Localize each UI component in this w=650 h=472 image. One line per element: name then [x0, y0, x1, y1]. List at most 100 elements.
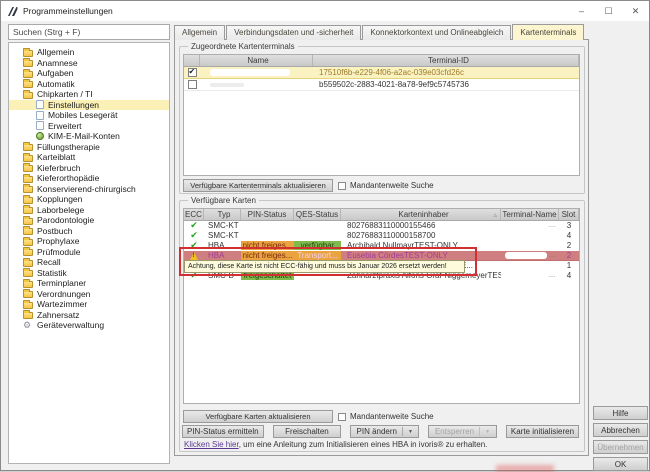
tree-item-label: Kopplungen [37, 194, 82, 204]
sort-ascending-icon[interactable]: ▵ [493, 211, 497, 219]
karte-initialisieren-button[interactable]: Karte initialisieren [506, 425, 579, 438]
terminal-row[interactable]: b559502c-2883-4021-8a78-9ef9c5745736 [184, 79, 579, 91]
pin-status-ermitteln-button[interactable]: PIN-Status ermitteln [182, 425, 264, 438]
close-button[interactable]: ✕ [622, 1, 649, 21]
cards-table: ECCTypPIN-StatusQES-StatusKarteninhaber▵… [183, 208, 580, 404]
checkbox-icon[interactable] [338, 413, 346, 421]
button-label: Freischalten [285, 427, 329, 436]
tab-allgemein[interactable]: Allgemein [174, 25, 225, 40]
column-header-name[interactable]: Name [200, 55, 313, 66]
tree-item-statistik[interactable]: Statistik [9, 268, 169, 279]
tree-item-konservierend-chirurgisch[interactable]: Konservierend-chirurgisch [9, 184, 169, 195]
minimize-button[interactable]: – [568, 1, 595, 21]
tree-item-label: Mobiles Lesegerät [48, 110, 117, 120]
hilfe-button[interactable]: Hilfe [593, 406, 648, 420]
tab-konnektorkontext-und-onlineabgleich[interactable]: Konnektorkontext und Onlineabgleich [362, 25, 511, 40]
hba-help-line: Klicken Sie hier, um eine Anleitung zum … [184, 440, 487, 449]
maximize-button[interactable]: ☐ [595, 1, 622, 21]
card-row[interactable]: ✔SMC-KT802768831100001587004 [184, 231, 579, 241]
tab-kartenterminals[interactable]: Kartenterminals [512, 24, 584, 40]
terminal-row[interactable]: 17510f6b-e229-4f06-a2ac-039e03cfd26c [184, 67, 579, 79]
tree-item-automatik[interactable]: Automatik [9, 79, 169, 90]
tree-item-label: Verordnungen [37, 289, 90, 299]
programmeinstellungen-dialog: Programmeinstellungen – ☐ ✕ AllgemeinAna… [0, 0, 650, 471]
refresh-terminals-button[interactable]: Verfügbare Kartenterminals aktualisieren [183, 179, 333, 192]
tree-item-postbuch[interactable]: Postbuch [9, 226, 169, 237]
mandant-search-checkbox-terminals[interactable]: Mandantenweite Suche [338, 181, 434, 190]
tree-item-allgemein[interactable]: Allgemein [9, 47, 169, 58]
column-header-terminal-id[interactable]: Terminal-ID [313, 55, 579, 66]
tree-item-prüfmodule[interactable]: Prüfmodule [9, 247, 169, 258]
column-header-checkbox[interactable] [184, 55, 200, 66]
button-label: Entsperren [435, 427, 474, 436]
tree-item-label: Karteiblatt [37, 152, 75, 162]
page-icon [36, 121, 44, 130]
ellipsis-text: … [549, 272, 556, 279]
tree-item-chipkarten-ti[interactable]: Chipkarten / TI [9, 89, 169, 100]
refresh-cards-button[interactable]: Verfügbare Karten aktualisieren [183, 410, 333, 423]
tree-item-kim-e-mail-konten[interactable]: KIM-E-Mail-Konten [9, 131, 169, 142]
tree-item-terminplaner[interactable]: Terminplaner [9, 278, 169, 289]
tree-item-füllungstherapie[interactable]: Füllungstherapie [9, 142, 169, 153]
tree-item-mobiles-lesegerät[interactable]: Mobiles Lesegerät [9, 110, 169, 121]
ecc-ok-icon: ✔ [190, 221, 198, 230]
tree-item-kieferorthopädie[interactable]: Kieferorthopädie [9, 173, 169, 184]
tree-item-zahnersatz[interactable]: Zahnersatz [9, 310, 169, 321]
terminal-checkbox[interactable] [188, 80, 197, 89]
folder-icon [23, 270, 33, 277]
column-header-qes-status[interactable]: QES-Status [294, 209, 341, 220]
column-header-terminal-name[interactable]: Terminal-Name [501, 209, 559, 220]
tree-item-verordnungen[interactable]: Verordnungen [9, 289, 169, 300]
mandant-search-checkbox-cards[interactable]: Mandantenweite Suche [338, 412, 434, 421]
tree-item-laborbelege[interactable]: Laborbelege [9, 205, 169, 216]
terminal-id-cell: 17510f6b-e229-4f06-a2ac-039e03cfd26c [313, 67, 579, 78]
card-type-cell: SMC-KT [204, 221, 241, 230]
terminal-id-cell: b559502c-2883-4021-8a78-9ef9c5745736 [313, 79, 579, 90]
tree-item-kieferbruch[interactable]: Kieferbruch [9, 163, 169, 174]
tree-item-aufgaben[interactable]: Aufgaben [9, 68, 169, 79]
search-input[interactable] [8, 24, 170, 40]
checkbox-icon[interactable] [338, 182, 346, 190]
qes-status-cell [294, 221, 341, 230]
tree-item-prophylaxe[interactable]: Prophylaxe [9, 236, 169, 247]
tree-item-label: Chipkarten / TI [37, 89, 93, 99]
ecc-status-cell [184, 251, 204, 260]
column-header-karteninhaber[interactable]: Karteninhaber▵ [341, 209, 501, 220]
slot-cell: 3 [559, 221, 579, 230]
qes-status-cell: Transport... [294, 251, 341, 260]
card-row[interactable]: ✔SMC-KT80276883110000155466…3 [184, 221, 579, 231]
folder-icon [23, 186, 33, 193]
freischalten-button[interactable]: Freischalten [273, 425, 342, 438]
tree-item-einstellungen[interactable]: Einstellungen [9, 100, 169, 111]
window-controls: – ☐ ✕ [568, 1, 649, 21]
column-header-typ[interactable]: Typ [204, 209, 241, 220]
terminal-name-cell [501, 231, 559, 240]
card-row[interactable]: ✔HBAnicht freiges...verfügbarArchibald N… [184, 241, 579, 251]
tree-item-recall[interactable]: Recall [9, 257, 169, 268]
terminal-checkbox[interactable] [188, 68, 197, 77]
folder-icon [23, 218, 33, 225]
folder-icon [23, 281, 33, 288]
abbrechen-button[interactable]: Abbrechen [593, 423, 648, 437]
tab-verbindungsdaten-und-sicherheit[interactable]: Verbindungsdaten und -sicherheit [226, 25, 361, 40]
ok-button[interactable]: OK [593, 457, 648, 471]
pin-ändern-button[interactable]: PIN ändern▼ [350, 425, 419, 438]
ecc-ok-icon: ✔ [190, 241, 198, 250]
help-link[interactable]: Klicken Sie hier [184, 440, 239, 449]
tree-item-anamnese[interactable]: Anamnese [9, 58, 169, 69]
tree-item-label: Anamnese [37, 58, 78, 68]
tree-item-wartezimmer[interactable]: Wartezimmer [9, 299, 169, 310]
tree-item-kopplungen[interactable]: Kopplungen [9, 194, 169, 205]
tree-item-geräteverwaltung[interactable]: ⚙Geräteverwaltung [9, 320, 169, 331]
column-header-pin-status[interactable]: PIN-Status [241, 209, 294, 220]
dropdown-arrow-icon[interactable]: ▼ [402, 427, 413, 436]
tree-item-karteiblatt[interactable]: Karteiblatt [9, 152, 169, 163]
column-header-ecc[interactable]: ECC [184, 209, 204, 220]
column-header-slot[interactable]: Slot [559, 209, 579, 220]
button-label: Karte initialisieren [511, 427, 574, 436]
tree-item-parodontologie[interactable]: Parodontologie [9, 215, 169, 226]
tree-item-erweitert[interactable]: Erweitert [9, 121, 169, 132]
entsperren-button: Entsperren▼ [428, 425, 497, 438]
folder-icon [23, 239, 33, 246]
card-action-buttons: PIN-Status ermitteln Freischalten PIN ände… [182, 425, 579, 438]
